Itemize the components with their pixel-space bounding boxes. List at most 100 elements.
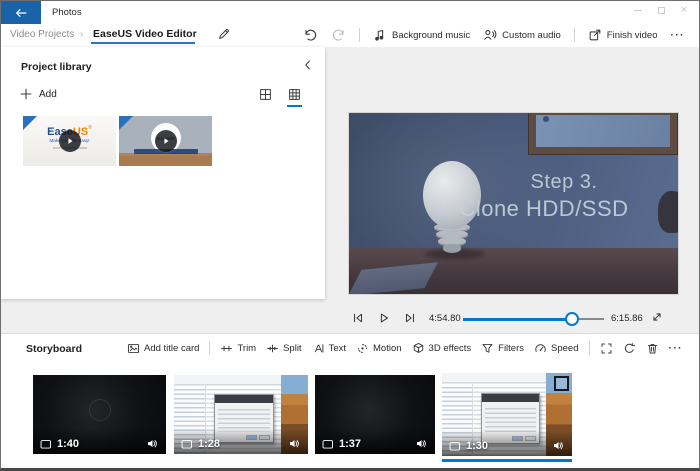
seek-fill <box>463 318 572 321</box>
clip-corner-badge <box>119 116 133 130</box>
trash-icon <box>646 342 659 355</box>
filters-button[interactable]: Filters <box>481 342 524 355</box>
volume-icon[interactable] <box>552 440 565 452</box>
back-arrow-icon <box>14 6 28 20</box>
breadcrumb-parent[interactable]: Video Projects <box>10 29 74 40</box>
play-overlay[interactable] <box>59 130 81 152</box>
small-grid-view-button[interactable] <box>288 88 301 105</box>
background-music-button[interactable]: Background music <box>373 28 470 42</box>
clip-1[interactable]: 1:40 <box>33 375 166 454</box>
trim-button[interactable]: Trim <box>220 342 256 355</box>
storyboard-title: Storyboard <box>26 343 82 355</box>
finish-video-label: Finish video <box>607 30 658 41</box>
breadcrumb-current-project[interactable]: EaseUS Video Editor <box>93 28 197 40</box>
redo-icon <box>331 28 346 43</box>
redo-button[interactable] <box>331 28 346 43</box>
collapse-library-button[interactable] <box>301 58 315 72</box>
add-media-button[interactable]: Add <box>19 87 57 101</box>
large-grid-view-button[interactable] <box>259 88 272 105</box>
volume-icon[interactable] <box>146 438 159 450</box>
minimize-button[interactable] <box>634 10 642 11</box>
clip-3[interactable]: 1:37 <box>315 375 435 454</box>
project-library-panel: Project library Add <box>1 47 325 299</box>
volume-icon[interactable] <box>288 438 301 450</box>
cube-3d-icon <box>412 342 425 355</box>
plus-icon <box>19 87 33 101</box>
rotate-button[interactable] <box>623 342 636 355</box>
delete-clip-button[interactable] <box>646 342 659 355</box>
custom-audio-label: Custom audio <box>502 30 561 41</box>
seek-handle[interactable] <box>565 312 579 326</box>
toolbar-divider <box>574 28 575 42</box>
more-options-button[interactable]: ··· <box>671 30 686 41</box>
expand-icon <box>650 310 664 324</box>
video-preview[interactable]: Step 3. Clone HDD/SSD <box>349 113 678 294</box>
play-overlay[interactable] <box>155 130 177 152</box>
project-library-title: Project library <box>21 61 92 73</box>
duration-frame-icon <box>449 441 461 452</box>
export-icon <box>588 28 602 42</box>
text-icon <box>312 342 325 355</box>
speed-button[interactable]: Speed <box>534 342 578 355</box>
top-toolbar: Background music Custom audio Finish vid… <box>303 25 685 45</box>
text-button[interactable]: Text <box>312 342 346 355</box>
clip-duration: 1:37 <box>322 438 361 450</box>
split-button[interactable]: Split <box>266 342 301 355</box>
back-button[interactable] <box>1 1 41 24</box>
clip-duration: 1:40 <box>40 438 79 450</box>
3d-effects-button[interactable]: 3D effects <box>412 342 472 355</box>
previous-frame-button[interactable] <box>351 311 365 325</box>
person-audio-icon <box>483 28 497 42</box>
next-frame-button[interactable] <box>403 311 417 325</box>
library-clip-1[interactable]: EaseUS® Make your life easy! <box>23 116 116 166</box>
trim-icon <box>220 342 233 355</box>
filter-icon <box>481 342 494 355</box>
clip-duration: 1:28 <box>181 438 220 450</box>
resize-frame-button[interactable] <box>600 342 613 355</box>
rotate-icon <box>623 342 636 355</box>
duration-frame-icon <box>181 439 193 450</box>
add-title-card-button[interactable]: Add title card <box>127 342 199 355</box>
finish-video-button[interactable]: Finish video <box>588 28 658 42</box>
motion-button[interactable]: Motion <box>356 342 402 355</box>
fullscreen-button[interactable] <box>650 310 664 324</box>
photos-app-window: Photos × Video Projects › EaseUS Video E… <box>0 0 700 471</box>
duration-frame-icon <box>40 439 52 450</box>
window-controls: × <box>634 3 687 17</box>
maximize-button[interactable] <box>658 7 665 14</box>
volume-icon[interactable] <box>415 438 428 450</box>
play-icon <box>377 311 391 325</box>
duration-frame-icon <box>322 439 334 450</box>
previous-frame-icon <box>351 311 365 325</box>
storyboard-more-button[interactable]: ··· <box>669 343 684 354</box>
toolbar-divider <box>209 341 210 355</box>
close-button[interactable]: × <box>681 5 687 15</box>
chevron-left-icon <box>301 58 315 72</box>
music-note-icon <box>373 28 387 42</box>
selection-square[interactable] <box>554 376 569 391</box>
clip-corner-badge <box>23 116 37 130</box>
seek-bar[interactable] <box>463 312 604 326</box>
clip-4[interactable]: 1:30 <box>442 373 572 456</box>
play-icon <box>65 136 75 146</box>
speed-gauge-icon <box>534 342 547 355</box>
play-button[interactable] <box>377 311 391 325</box>
toolbar-divider <box>359 28 360 42</box>
library-clip-2[interactable]: EaseUS <box>119 116 212 166</box>
custom-audio-button[interactable]: Custom audio <box>483 28 561 42</box>
clip-2[interactable]: 1:28 <box>174 375 308 454</box>
storyboard-toolbar: Add title card Trim Split Text <box>127 338 683 358</box>
frame-corners-icon <box>600 342 613 355</box>
play-icon <box>161 136 171 146</box>
title-card-icon <box>127 342 140 355</box>
breadcrumb-underline <box>91 42 195 44</box>
split-icon <box>266 342 279 355</box>
undo-button[interactable] <box>303 28 318 43</box>
grid-small-icon <box>288 88 301 101</box>
storyboard-section: Storyboard Add title card Trim <box>1 333 699 468</box>
next-frame-icon <box>403 311 417 325</box>
view-toggles <box>259 88 301 105</box>
caption-line-2: Clone HDD/SSD <box>409 195 678 224</box>
rename-project-button[interactable] <box>217 27 231 41</box>
pencil-icon <box>217 27 231 41</box>
